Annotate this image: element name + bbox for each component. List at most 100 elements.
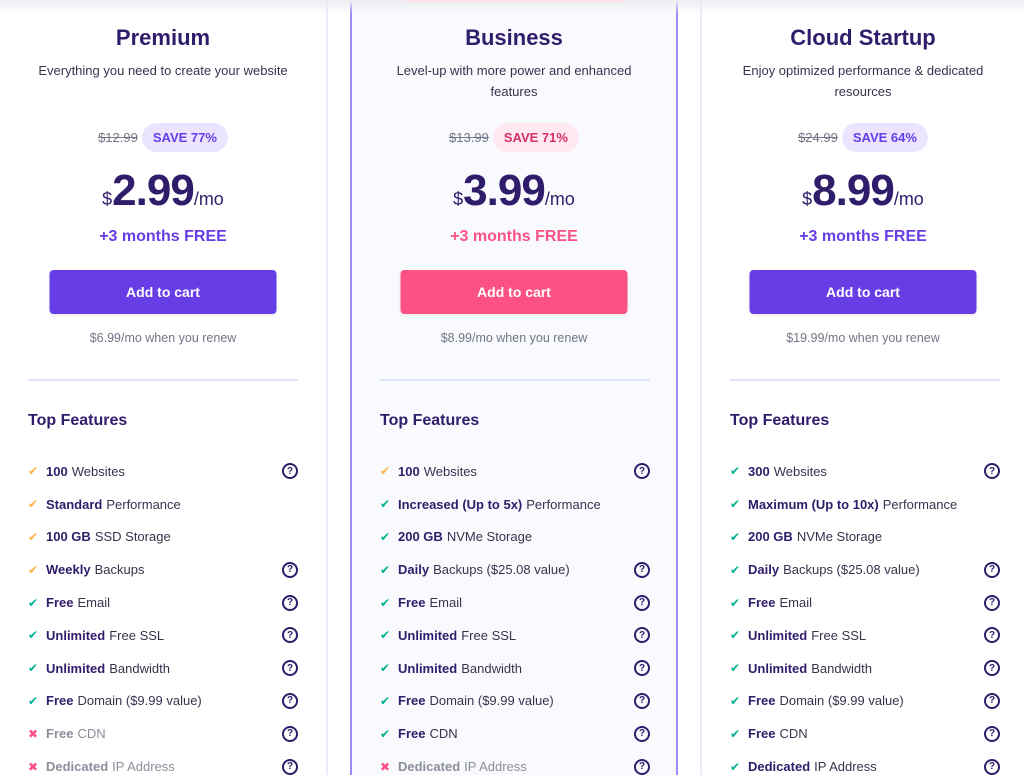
help-icon[interactable]: ?	[282, 758, 298, 775]
check-icon: ✔	[28, 595, 39, 610]
help-icon[interactable]: ?	[634, 594, 650, 611]
check-icon: ✔	[28, 693, 39, 708]
feature-label: Websites	[71, 463, 125, 479]
feature-label: Email	[429, 595, 462, 611]
save-badge: SAVE 77%	[141, 123, 228, 152]
price: $ 3.99 /mo	[352, 166, 676, 216]
help-icon[interactable]: ?	[282, 725, 298, 742]
help-icon[interactable]: ?	[984, 627, 1000, 644]
help-icon[interactable]: ?	[282, 594, 298, 611]
check-icon: ✔	[380, 497, 391, 512]
feature-label: Email	[779, 595, 812, 611]
feature-highlight: Unlimited	[46, 660, 106, 676]
check-icon: ✔	[28, 464, 39, 479]
check-icon: ✔	[380, 562, 391, 577]
discount-row: $12.99 SAVE 77%	[0, 123, 326, 152]
section-divider	[28, 379, 298, 381]
help-icon[interactable]: ?	[984, 561, 1000, 578]
feature-label: Free SSL	[811, 627, 867, 643]
feature-label: Bandwidth	[811, 660, 872, 676]
column-divider	[326, 0, 328, 775]
feature-item: ✖ Dedicated IP Address?	[28, 750, 300, 775]
feature-highlight: Unlimited	[748, 627, 808, 643]
feature-highlight: Free	[748, 726, 776, 742]
check-icon: ✔	[380, 726, 391, 741]
help-icon[interactable]: ?	[984, 463, 1000, 480]
feature-item: ✔ Unlimited Free SSL?	[28, 619, 300, 652]
features-heading: Top Features	[380, 412, 480, 429]
feature-highlight: Daily	[748, 562, 780, 578]
check-icon: ✔	[380, 595, 391, 610]
help-icon[interactable]: ?	[984, 692, 1000, 709]
check-icon: ✔	[730, 661, 741, 676]
price: $ 2.99 /mo	[0, 166, 326, 216]
feature-highlight: Free	[46, 595, 74, 611]
bonus-months: +3 months FREE	[799, 228, 927, 245]
help-icon[interactable]: ?	[634, 725, 650, 742]
section-divider	[380, 379, 650, 381]
feature-item: ✔ 100 Websites?	[28, 455, 300, 488]
help-icon[interactable]: ?	[282, 692, 298, 709]
help-icon[interactable]: ?	[634, 660, 650, 677]
help-icon[interactable]: ?	[634, 463, 650, 480]
help-icon[interactable]: ?	[634, 627, 650, 644]
feature-label: Performance	[526, 496, 601, 512]
feature-item: ✔ Weekly Backups?	[28, 553, 300, 586]
feature-label: Free SSL	[461, 627, 517, 643]
feature-highlight: Free	[748, 693, 776, 709]
feature-item: ✔ Unlimited Bandwidth?	[380, 652, 652, 685]
feature-label: IP Address	[814, 759, 877, 775]
feature-label: CDN	[77, 726, 106, 742]
help-icon[interactable]: ?	[634, 692, 650, 709]
feature-highlight: Unlimited	[398, 627, 458, 643]
feature-item: ✔ Unlimited Bandwidth?	[28, 652, 300, 685]
add-to-cart-button[interactable]: Add to cart	[49, 270, 277, 314]
price-amount: 8.99	[812, 166, 895, 215]
feature-highlight: 200 GB	[748, 529, 793, 545]
feature-item: ✔ Free CDN?	[730, 717, 1002, 750]
help-icon[interactable]: ?	[984, 594, 1000, 611]
help-icon[interactable]: ?	[282, 463, 298, 480]
feature-label: NVMe Storage	[796, 529, 883, 545]
discount-row: $13.99 SAVE 71%	[352, 123, 676, 152]
feature-highlight: Standard	[46, 496, 103, 512]
feature-label: Domain ($9.99 value)	[429, 693, 554, 709]
cross-icon: ✖	[28, 726, 39, 741]
feature-highlight: Free	[46, 726, 74, 742]
save-badge: SAVE 64%	[841, 123, 928, 152]
feature-label: IP Address	[112, 759, 175, 775]
check-icon: ✔	[28, 628, 39, 643]
check-icon: ✔	[730, 595, 741, 610]
feature-item: ✔ 100 Websites?	[380, 455, 652, 488]
help-icon[interactable]: ?	[282, 660, 298, 677]
help-icon[interactable]: ?	[984, 660, 1000, 677]
feature-item: ✔ 100 GB SSD Storage	[28, 521, 300, 554]
check-icon: ✔	[730, 726, 741, 741]
check-icon: ✔	[380, 529, 391, 544]
feature-label: Performance	[882, 496, 958, 512]
add-to-cart-button[interactable]: Add to cart	[400, 270, 628, 314]
plan-card-cloud-startup: Cloud Startup Enjoy optimized performanc…	[702, 0, 1024, 775]
help-icon[interactable]: ?	[984, 725, 1000, 742]
feature-label: Backups	[94, 562, 145, 578]
help-icon[interactable]: ?	[634, 561, 650, 578]
feature-item: ✔ Free CDN?	[380, 717, 652, 750]
check-icon: ✔	[730, 759, 741, 774]
feature-highlight: Free	[398, 726, 426, 742]
check-icon: ✔	[380, 464, 391, 479]
feature-item: ✔ Unlimited Free SSL?	[730, 619, 1002, 652]
renewal-price: $6.99/mo when you renew	[89, 331, 237, 345]
cross-icon: ✖	[28, 759, 39, 774]
feature-label: Backups ($25.08 value)	[433, 562, 570, 578]
help-icon[interactable]: ?	[984, 758, 1000, 775]
section-divider	[730, 379, 1000, 381]
cross-icon: ✖	[380, 759, 391, 774]
help-icon[interactable]: ?	[282, 627, 298, 644]
help-icon[interactable]: ?	[282, 561, 298, 578]
add-to-cart-button[interactable]: Add to cart	[749, 270, 977, 314]
feature-item: ✔ Unlimited Bandwidth?	[730, 652, 1002, 685]
plan-title: Cloud Startup	[790, 25, 936, 50]
help-icon[interactable]: ?	[634, 758, 650, 775]
check-icon: ✔	[730, 693, 741, 708]
feature-label: Domain ($9.99 value)	[77, 693, 202, 709]
